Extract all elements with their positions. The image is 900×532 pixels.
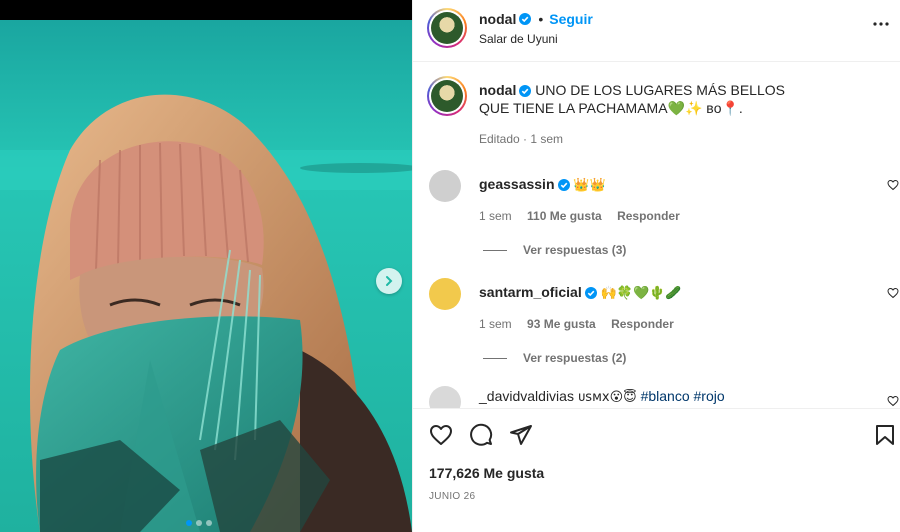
caption-text: nodal UNO DE LOS LUGARES MÁS BELLOS QUE … <box>479 81 809 117</box>
view-replies-button[interactable]: Ver respuestas (2) <box>483 351 626 365</box>
comment-body: 👑👑 <box>573 178 606 193</box>
avatar[interactable] <box>427 76 467 116</box>
carousel-dots <box>186 520 212 526</box>
comment-likes[interactable]: 93 Me gusta <box>527 317 596 331</box>
hashtag-link[interactable]: #rojo <box>694 388 725 404</box>
separator: • <box>538 11 544 27</box>
comment-body: ᴜsᴍx😮😇 <box>577 390 637 405</box>
post-panel: nodal • Seguir Salar de Uyuni nodal UNO … <box>412 0 900 532</box>
comment-username[interactable]: santarm_oficial <box>479 284 582 300</box>
view-replies-button[interactable]: Ver respuestas (3) <box>483 243 626 257</box>
comment-text: geassassin 👑👑 <box>479 176 606 193</box>
more-horizontal-icon <box>873 22 889 26</box>
comment-item: _davidvaldivias ᴜsᴍx😮😇 #blanco #rojo <box>427 386 900 408</box>
view-replies-label: Ver respuestas (2) <box>523 351 627 365</box>
likes-count[interactable]: 177,626 Me gusta <box>429 465 544 481</box>
comment-text: santarm_oficial 🙌🍀💚🌵🥒 <box>479 284 682 301</box>
reply-button[interactable]: Responder <box>611 317 674 331</box>
avatar[interactable] <box>427 8 467 48</box>
more-options-button[interactable] <box>869 12 893 36</box>
photo-top-bar <box>0 0 412 20</box>
post-actions: 177,626 Me gusta JUNIO 26 <box>413 408 900 532</box>
chevron-right-icon <box>386 276 393 286</box>
comment-meta: 1 sem 110 Me gusta Responder <box>479 209 692 223</box>
comment-text: _davidvaldivias ᴜsᴍx😮😇 #blanco #rojo <box>479 388 725 405</box>
post-photo[interactable] <box>0 0 412 532</box>
avatar[interactable] <box>429 386 461 408</box>
post-header: nodal • Seguir Salar de Uyuni <box>413 0 900 62</box>
location-link[interactable]: Salar de Uyuni <box>479 32 558 46</box>
heart-icon[interactable] <box>887 287 899 299</box>
view-replies-label: Ver respuestas (3) <box>523 243 627 257</box>
next-photo-button[interactable] <box>376 268 402 294</box>
verified-badge-icon <box>584 287 597 299</box>
caption-meta: Editado · 1 sem <box>479 132 564 146</box>
replies-line <box>483 357 507 359</box>
carousel-dot <box>196 520 202 526</box>
post-date[interactable]: JUNIO 26 <box>429 491 475 502</box>
reply-button[interactable]: Responder <box>617 209 680 223</box>
bookmark-icon[interactable] <box>873 423 897 447</box>
follow-button[interactable]: Seguir <box>549 11 593 27</box>
avatar[interactable] <box>429 278 461 310</box>
carousel-dot <box>206 520 212 526</box>
share-icon[interactable] <box>509 423 533 447</box>
comment-username[interactable]: _davidvaldivias <box>479 388 574 404</box>
heart-icon[interactable] <box>887 395 899 407</box>
comment-icon[interactable] <box>469 423 493 447</box>
header-username[interactable]: nodal <box>479 11 516 27</box>
comment-username[interactable]: geassassin <box>479 176 555 192</box>
hashtag-link[interactable]: #blanco <box>641 388 690 404</box>
verified-badge-icon <box>519 85 532 97</box>
carousel-dot <box>186 520 192 526</box>
comment-meta: 1 sem 93 Me gusta Responder <box>479 317 686 331</box>
verified-badge-icon <box>519 13 532 25</box>
comment-time: 1 sem <box>479 209 512 223</box>
comment-body: 🙌🍀💚🌵🥒 <box>600 286 682 301</box>
comment-time: 1 sem <box>479 317 512 331</box>
replies-line <box>483 249 507 251</box>
heart-icon[interactable] <box>429 423 453 447</box>
comment-likes[interactable]: 110 Me gusta <box>527 209 602 223</box>
heart-icon[interactable] <box>887 179 899 191</box>
caption-username[interactable]: nodal <box>479 82 516 98</box>
verified-badge-icon <box>557 179 570 191</box>
avatar[interactable] <box>429 170 461 202</box>
photo-image <box>0 20 412 532</box>
